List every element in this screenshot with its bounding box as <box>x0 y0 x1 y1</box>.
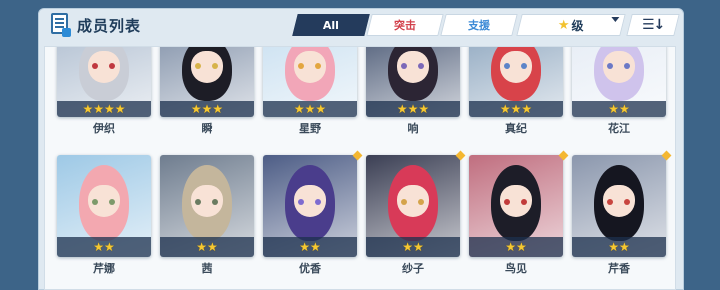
star-rating: ★★ <box>263 237 357 257</box>
star-icons: ★★★★ <box>82 102 126 116</box>
star-rating: ★★★ <box>160 101 254 117</box>
portrait-eye <box>401 63 407 69</box>
member-name: 优香 <box>299 262 321 275</box>
portrait-eye <box>607 199 613 205</box>
portrait-eye <box>109 199 115 205</box>
member-card[interactable]: ★★ <box>572 47 666 117</box>
star-rating: ★★★ <box>469 101 563 117</box>
member-card[interactable]: ★★ <box>57 155 151 257</box>
member-card[interactable]: ★★ <box>469 155 563 257</box>
member-card[interactable]: ★★ <box>160 155 254 257</box>
dropdown-caret-icon <box>611 17 620 22</box>
star-rating: ★★★ <box>263 101 357 117</box>
member-name: 花江 <box>608 122 630 135</box>
portrait-eye <box>109 63 115 69</box>
member-name: 瞬 <box>201 122 213 135</box>
portrait-eye <box>92 199 98 205</box>
star-icons: ★★ <box>608 102 630 116</box>
star-icons: ★★ <box>299 240 321 254</box>
member-list-icon <box>51 13 71 37</box>
page-title: 成员列表 <box>77 17 142 35</box>
member-name: 芹娜 <box>93 262 115 275</box>
tab-special-label: 支援 <box>468 19 490 32</box>
portrait-eye <box>624 199 630 205</box>
member-card[interactable]: ★★ <box>366 155 460 257</box>
portrait-eye <box>418 63 424 69</box>
member-name: 芹香 <box>608 262 630 275</box>
tab-all[interactable]: All <box>292 14 370 36</box>
portrait-eye <box>212 199 218 205</box>
portrait-eye <box>521 199 527 205</box>
star-icon: ★ <box>558 17 570 33</box>
member-card[interactable]: ★★★ <box>160 47 254 117</box>
portrait-eye <box>298 199 304 205</box>
sort-dropdown[interactable]: ★ 级 <box>516 14 626 36</box>
portrait-eye <box>298 63 304 69</box>
portrait-eye <box>521 63 527 69</box>
member-card[interactable]: ★★★ <box>263 47 357 117</box>
member-card[interactable]: ★★★ <box>366 47 460 117</box>
star-icons: ★★ <box>505 240 527 254</box>
portrait-eye <box>212 63 218 69</box>
star-rating: ★★★★ <box>57 101 151 117</box>
star-icons: ★★★ <box>293 102 327 116</box>
star-icons: ★★★ <box>499 102 533 116</box>
member-name: 真纪 <box>505 122 527 135</box>
tab-all-label: All <box>322 18 340 32</box>
portrait-eye <box>401 199 407 205</box>
member-name: 茜 <box>201 262 213 275</box>
member-card[interactable]: ★★★ <box>469 47 563 117</box>
star-icons: ★★ <box>196 240 218 254</box>
star-icons: ★★★ <box>396 102 430 116</box>
filter-tabs: All 突击 支援 <box>292 14 519 36</box>
star-icons: ★★ <box>93 240 115 254</box>
star-rating: ★★ <box>572 101 666 117</box>
sort-order-button[interactable]: ☰↓ <box>626 14 680 36</box>
portrait-eye <box>195 63 201 69</box>
member-grid: ★★★★ 伊织 ★★★ 瞬 ★★★ 星野 ★★★ 响 ★★★ 真纪 ★★ 花江 ★★ 芹娜 ★★ 茜 ★★ 优香… <box>44 46 676 290</box>
portrait-eye <box>195 199 201 205</box>
star-icons: ★★★ <box>190 102 224 116</box>
star-icons: ★★ <box>608 240 630 254</box>
star-rating: ★★★ <box>366 101 460 117</box>
member-card[interactable]: ★★ <box>263 155 357 257</box>
portrait-eye <box>504 199 510 205</box>
tab-striker[interactable]: 突击 <box>366 14 444 36</box>
star-rating: ★★ <box>572 237 666 257</box>
member-name: 鸟见 <box>505 262 527 275</box>
portrait-eye <box>315 63 321 69</box>
member-card[interactable]: ★★ <box>572 155 666 257</box>
member-name: 响 <box>407 122 419 135</box>
portrait-eye <box>418 199 424 205</box>
star-icons: ★★ <box>402 240 424 254</box>
tab-special[interactable]: 支援 <box>440 14 518 36</box>
portrait-eye <box>315 199 321 205</box>
header-bar: 成员列表 All 突击 支援 ★ 级 ☰↓ <box>39 9 683 41</box>
member-name: 星野 <box>299 122 321 135</box>
member-card[interactable]: ★★★★ <box>57 47 151 117</box>
star-rating: ★★ <box>469 237 563 257</box>
portrait-eye <box>607 63 613 69</box>
tab-striker-label: 突击 <box>394 19 416 32</box>
portrait-eye <box>504 63 510 69</box>
star-rating: ★★ <box>366 237 460 257</box>
member-name: 伊织 <box>93 122 115 135</box>
sort-label: 级 <box>571 18 584 33</box>
list-sort-icon: ☰↓ <box>641 17 665 33</box>
star-rating: ★★ <box>57 237 151 257</box>
portrait-eye <box>92 63 98 69</box>
portrait-eye <box>624 63 630 69</box>
star-rating: ★★ <box>160 237 254 257</box>
member-name: 纱子 <box>402 262 424 275</box>
